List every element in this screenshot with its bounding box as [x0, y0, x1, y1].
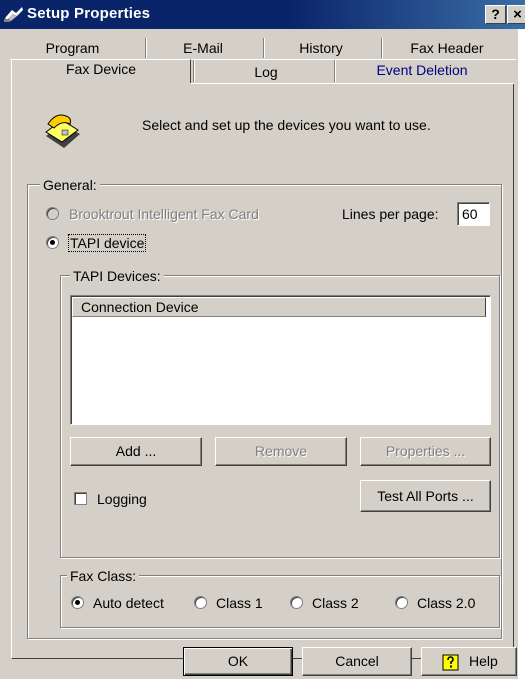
test-all-ports-label: Test All Ports ...: [377, 488, 474, 504]
help-button[interactable]: Help: [421, 647, 517, 676]
tab-log[interactable]: Log: [196, 61, 336, 83]
properties-button: Properties ...: [360, 437, 491, 466]
fax-class-2-0-radio[interactable]: [395, 596, 408, 609]
tapi-device-radio[interactable]: [46, 236, 59, 249]
tab-fax-device[interactable]: Fax Device: [11, 58, 191, 80]
window-title: Setup Properties: [27, 5, 151, 22]
add-button[interactable]: Add ...: [70, 437, 202, 466]
ok-button-label: OK: [227, 653, 249, 669]
tapi-device-label[interactable]: TAPI device: [68, 234, 147, 252]
fax-class-1-label[interactable]: Class 1: [216, 595, 263, 611]
help-title-button[interactable]: ?: [485, 5, 506, 24]
logging-checkbox[interactable]: [74, 492, 87, 505]
brooktrout-label: Brooktrout Intelligent Fax Card: [69, 206, 259, 222]
column-header-label: Connection Device: [81, 299, 199, 315]
setup-app-icon: [4, 7, 23, 22]
fax-class-2-label[interactable]: Class 2: [312, 595, 359, 611]
property-sheet: Program E-Mail History Fax Header Fax De…: [0, 29, 518, 679]
test-all-ports-button[interactable]: Test All Ports ...: [360, 480, 491, 512]
fax-machine-icon: [41, 107, 83, 153]
fax-class-auto-radio[interactable]: [71, 596, 84, 609]
close-button[interactable]: ×: [507, 5, 525, 24]
help-book-icon: [442, 654, 459, 671]
logging-label[interactable]: Logging: [97, 491, 147, 507]
remove-button: Remove: [215, 437, 347, 466]
properties-button-label: Properties ...: [385, 443, 466, 459]
add-button-label: Add ...: [115, 443, 157, 459]
tab-program[interactable]: Program: [25, 37, 120, 59]
tab-event-deletion[interactable]: Event Deletion: [337, 59, 507, 81]
tab-history[interactable]: History: [266, 37, 376, 59]
fax-class-legend: Fax Class:: [67, 568, 140, 584]
help-button-label: Help: [469, 653, 498, 669]
tab-fax-header[interactable]: Fax Header: [384, 37, 510, 59]
tab-email[interactable]: E-Mail: [148, 37, 258, 59]
cancel-button[interactable]: Cancel: [302, 647, 412, 676]
fax-class-2-0-label[interactable]: Class 2.0: [417, 595, 475, 611]
setup-properties-window: Setup Properties ? × Program E-Mail Hist…: [0, 0, 525, 679]
fax-class-2-radio[interactable]: [290, 596, 303, 609]
fax-class-auto-label[interactable]: Auto detect: [93, 595, 164, 611]
tapi-devices-list[interactable]: Connection Device: [70, 295, 491, 425]
ok-button[interactable]: OK: [183, 647, 293, 676]
tapi-devices-legend: TAPI Devices:: [70, 268, 164, 284]
title-bar[interactable]: Setup Properties ? ×: [0, 0, 525, 29]
header-instruction: Select and set up the devices you want t…: [142, 117, 431, 133]
cancel-button-label: Cancel: [335, 653, 379, 669]
brooktrout-radio: [46, 207, 59, 220]
lines-per-page-input[interactable]: 60: [457, 202, 490, 226]
lines-per-page-label: Lines per page:: [342, 206, 439, 222]
remove-button-label: Remove: [254, 443, 308, 459]
column-header-connection-device[interactable]: Connection Device: [72, 297, 486, 317]
fax-class-1-radio[interactable]: [194, 596, 207, 609]
general-legend: General:: [40, 177, 100, 193]
